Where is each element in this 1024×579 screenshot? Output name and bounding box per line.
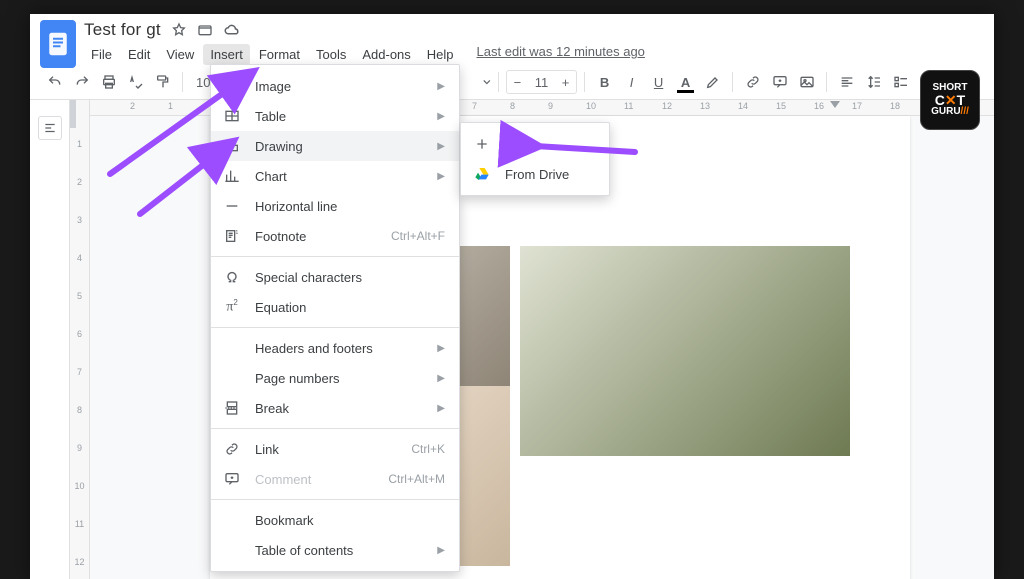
table-icon — [223, 107, 241, 125]
last-edit-link[interactable]: Last edit was 12 minutes ago — [477, 44, 645, 65]
insert-menu-equation[interactable]: π2Equation — [211, 292, 459, 322]
undo-button[interactable] — [42, 69, 67, 95]
omega-icon — [223, 268, 241, 286]
chevron-right-icon: ▶ — [437, 171, 445, 182]
insert-menu-special-characters[interactable]: Special characters — [211, 262, 459, 292]
menu-help[interactable]: Help — [420, 44, 461, 65]
menu-view[interactable]: View — [159, 44, 201, 65]
line-spacing-button[interactable] — [861, 69, 886, 95]
blank-icon — [223, 511, 241, 529]
svg-text:1: 1 — [235, 230, 238, 236]
blank-icon — [223, 541, 241, 559]
chart-icon — [223, 167, 241, 185]
link-icon — [223, 440, 241, 458]
chevron-right-icon: ▶ — [437, 81, 445, 92]
drawing-submenu: NewFrom Drive — [460, 122, 610, 196]
insert-menu-footnote[interactable]: 1FootnoteCtrl+Alt+F — [211, 221, 459, 251]
blank-icon — [223, 369, 241, 387]
drawing-menu-new[interactable]: New — [461, 129, 609, 159]
text-color-button[interactable]: A — [673, 69, 698, 95]
title-bar: Test for gt File Edit View Insert Format… — [30, 14, 994, 64]
chevron-right-icon: ▶ — [437, 403, 445, 414]
checklist-button[interactable] — [888, 69, 913, 95]
pi-icon: π2 — [223, 298, 241, 316]
menu-format[interactable]: Format — [252, 44, 307, 65]
indent-marker-right[interactable] — [830, 101, 840, 108]
document-title[interactable]: Test for gt — [84, 20, 161, 40]
footnote-icon: 1 — [223, 227, 241, 245]
drawing-icon — [223, 137, 241, 155]
menu-insert[interactable]: Insert — [203, 44, 250, 65]
brand-badge: SHORT C✕T GURU/// — [920, 70, 980, 130]
redo-button[interactable] — [69, 69, 94, 95]
highlight-button[interactable] — [700, 69, 725, 95]
font-size-value[interactable]: 11 — [528, 75, 555, 90]
drawing-menu-from-drive[interactable]: From Drive — [461, 159, 609, 189]
chevron-right-icon: ▶ — [437, 373, 445, 384]
comment-icon — [223, 470, 241, 488]
font-size-decrease[interactable]: − — [507, 75, 528, 90]
insert-menu-break[interactable]: Break▶ — [211, 393, 459, 423]
vertical-ruler: 123456789101112 — [70, 100, 90, 579]
align-button[interactable] — [834, 69, 859, 95]
insert-image-button[interactable] — [794, 69, 819, 95]
image-icon — [223, 77, 241, 95]
break-icon — [223, 399, 241, 417]
insert-menu-table[interactable]: Table▶ — [211, 101, 459, 131]
font-size-increase[interactable]: + — [555, 75, 576, 90]
italic-button[interactable]: I — [619, 69, 644, 95]
bold-button[interactable]: B — [592, 69, 617, 95]
outline-rail — [30, 100, 70, 579]
show-outline-button[interactable] — [38, 116, 62, 140]
insert-menu-headers-and-footers[interactable]: Headers and footers▶ — [211, 333, 459, 363]
hr-icon — [223, 197, 241, 215]
image-cat-3[interactable] — [520, 246, 850, 456]
font-size-stepper[interactable]: − 11 + — [506, 70, 577, 94]
insert-menu-chart[interactable]: Chart▶ — [211, 161, 459, 191]
menu-tools[interactable]: Tools — [309, 44, 353, 65]
spellcheck-button[interactable] — [123, 69, 148, 95]
star-icon[interactable] — [171, 22, 187, 38]
chevron-down-icon[interactable] — [483, 78, 491, 86]
insert-menu-table-of-contents[interactable]: Table of contents▶ — [211, 535, 459, 565]
chevron-right-icon: ▶ — [437, 111, 445, 122]
menu-bar: File Edit View Insert Format Tools Add-o… — [84, 44, 645, 65]
move-icon[interactable] — [197, 22, 213, 38]
insert-menu-bookmark[interactable]: Bookmark — [211, 505, 459, 535]
cloud-status-icon[interactable] — [223, 21, 241, 39]
underline-button[interactable]: U — [646, 69, 671, 95]
menu-addons[interactable]: Add-ons — [355, 44, 417, 65]
docs-logo[interactable] — [40, 20, 76, 68]
insert-menu-page-numbers[interactable]: Page numbers▶ — [211, 363, 459, 393]
insert-menu-image[interactable]: Image▶ — [211, 71, 459, 101]
paint-format-button[interactable] — [150, 69, 175, 95]
google-docs-window: Test for gt File Edit View Insert Format… — [30, 14, 994, 579]
blank-icon — [223, 339, 241, 357]
drive-icon — [473, 165, 491, 183]
chevron-right-icon: ▶ — [437, 545, 445, 556]
insert-menu-link[interactable]: LinkCtrl+K — [211, 434, 459, 464]
menu-edit[interactable]: Edit — [121, 44, 157, 65]
toolbar: 100% − 11 + B I U A — [30, 64, 994, 100]
plus-icon — [473, 135, 491, 153]
add-comment-button[interactable] — [767, 69, 792, 95]
insert-menu-horizontal-line[interactable]: Horizontal line — [211, 191, 459, 221]
chevron-right-icon: ▶ — [437, 141, 445, 152]
insert-menu-drawing[interactable]: Drawing▶ — [211, 131, 459, 161]
print-button[interactable] — [96, 69, 121, 95]
menu-file[interactable]: File — [84, 44, 119, 65]
insert-menu-comment: CommentCtrl+Alt+M — [211, 464, 459, 494]
insert-menu: Image▶Table▶Drawing▶Chart▶Horizontal lin… — [210, 64, 460, 572]
chevron-right-icon: ▶ — [437, 343, 445, 354]
insert-link-button[interactable] — [740, 69, 765, 95]
